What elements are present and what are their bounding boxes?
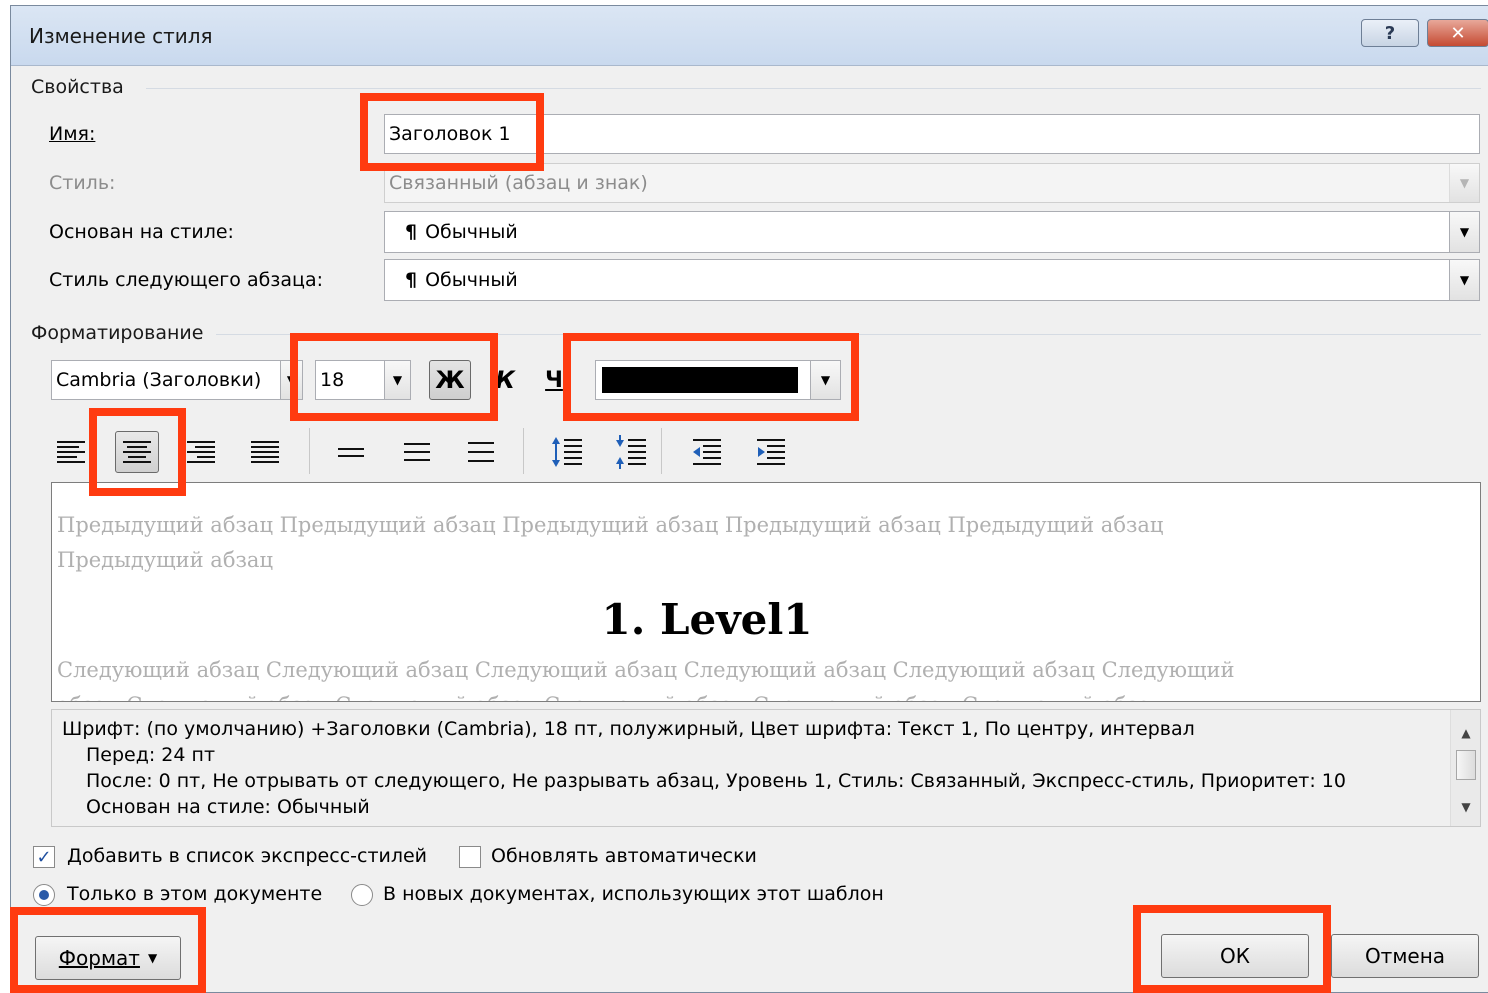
preview-next-line: абзац Следующий абзац Следующий абзац Сл…	[57, 688, 1357, 701]
single-spacing-button[interactable]	[329, 431, 373, 473]
chevron-down-icon: ▼	[1449, 260, 1479, 300]
chevron-down-icon: ▼	[384, 361, 410, 399]
new-documents-radio[interactable]	[351, 884, 373, 906]
align-center-button[interactable]	[115, 431, 159, 473]
next-style-label: Стиль следующего абзаца:	[49, 269, 324, 291]
based-on-label: Основан на стиле:	[49, 221, 234, 243]
add-quick-styles-label: Добавить в список экспресс-стилей	[67, 845, 428, 867]
help-button[interactable]: ?	[1361, 19, 1419, 47]
preview-next-line: Следующий абзац Следующий абзац Следующи…	[57, 658, 1235, 682]
decrease-spacing-button[interactable]	[609, 431, 653, 473]
align-left-icon	[57, 441, 85, 463]
font-value: Cambria (Заголовки)	[56, 369, 262, 391]
single-spacing-icon	[338, 447, 364, 457]
bold-button[interactable]: Ж	[429, 360, 471, 400]
properties-section-label: Свойства	[31, 76, 124, 98]
auto-update-label: Обновлять автоматически	[491, 845, 757, 867]
size-value: 18	[320, 369, 345, 391]
chevron-down-icon: ▼	[147, 951, 158, 965]
toolbar-separator	[661, 428, 662, 474]
description-line: Основан на стиле: Обычный	[86, 796, 370, 818]
font-color-select[interactable]: ▼	[595, 360, 841, 400]
align-right-icon	[187, 441, 215, 463]
style-type-select[interactable]: Связанный (абзац и знак) ▼	[384, 163, 1480, 203]
close-button[interactable]: ✕	[1427, 19, 1488, 47]
increase-spacing-button[interactable]	[545, 431, 589, 473]
double-spacing-button[interactable]	[459, 431, 503, 473]
paragraph-mark-icon: ¶	[405, 269, 418, 291]
underline-button[interactable]: Ч	[533, 360, 575, 400]
name-label: Имя:	[49, 123, 96, 145]
preview-heading: 1. Level1	[601, 595, 813, 644]
decrease-indent-icon	[693, 439, 721, 465]
scroll-thumb[interactable]	[1456, 750, 1476, 780]
decrease-indent-button[interactable]	[685, 431, 729, 473]
chevron-down-icon: ▼	[1449, 164, 1479, 202]
style-description: Шрифт: (по умолчанию) +Заголовки (Cambri…	[51, 709, 1481, 827]
scroll-up-icon[interactable]: ▲	[1451, 718, 1480, 748]
title-bar: Изменение стиля ? ✕	[11, 6, 1488, 66]
one-half-spacing-icon	[404, 443, 430, 461]
chevron-down-icon: ▼	[1449, 212, 1479, 252]
formatting-section-label: Форматирование	[31, 322, 204, 344]
style-type-label: Стиль:	[49, 172, 116, 194]
style-type-value: Связанный (абзац и знак)	[389, 172, 648, 194]
only-this-document-label: Только в этом документе	[67, 883, 323, 905]
new-documents-label: В новых документах, использующих этот ша…	[383, 883, 884, 905]
font-select[interactable]: Cambria (Заголовки) ▼	[51, 360, 303, 400]
format-button-label: Формат	[58, 946, 140, 970]
next-style-value: Обычный	[425, 269, 518, 291]
next-style-select[interactable]: ¶ Обычный ▼	[384, 259, 1480, 301]
decrease-paragraph-spacing-icon	[616, 435, 646, 469]
formatting-divider	[216, 334, 1481, 335]
modify-style-dialog: Изменение стиля ? ✕ Свойства Имя: Заголо…	[10, 5, 1488, 993]
align-center-icon	[123, 441, 151, 463]
italic-button[interactable]: К	[484, 360, 526, 400]
properties-divider	[146, 88, 1481, 89]
dialog-title: Изменение стиля	[29, 24, 213, 48]
description-line: Шрифт: (по умолчанию) +Заголовки (Cambri…	[62, 718, 1195, 740]
auto-update-checkbox[interactable]	[459, 846, 481, 868]
description-line: После: 0 пт, Не отрывать от следующего, …	[86, 770, 1346, 792]
increase-indent-icon	[757, 439, 785, 465]
font-color-swatch	[602, 367, 798, 393]
only-this-document-radio[interactable]	[33, 884, 55, 906]
double-spacing-icon	[468, 442, 494, 462]
toolbar-separator	[523, 428, 524, 474]
chevron-down-icon: ▼	[810, 361, 840, 399]
toolbar-separator	[309, 428, 310, 474]
align-left-button[interactable]	[49, 431, 93, 473]
increase-indent-button[interactable]	[749, 431, 793, 473]
paragraph-mark-icon: ¶	[405, 221, 418, 243]
align-right-button[interactable]	[179, 431, 223, 473]
ok-button[interactable]: ОК	[1161, 934, 1309, 978]
description-line: Перед: 24 пт	[86, 744, 216, 766]
preview-previous-line: Предыдущий абзац	[57, 548, 273, 572]
format-button[interactable]: Формат ▼	[35, 936, 181, 980]
justify-button[interactable]	[243, 431, 287, 473]
preview-previous-line: Предыдущий абзац Предыдущий абзац Предыд…	[57, 513, 1164, 537]
description-scrollbar[interactable]: ▲ ▼	[1450, 710, 1480, 826]
name-input[interactable]: Заголовок 1	[384, 114, 1480, 154]
style-preview: Предыдущий абзац Предыдущий абзац Предыд…	[51, 482, 1481, 702]
scroll-down-icon[interactable]: ▼	[1451, 792, 1480, 822]
justify-icon	[251, 441, 279, 463]
one-half-spacing-button[interactable]	[395, 431, 439, 473]
size-select[interactable]: 18 ▼	[315, 360, 411, 400]
name-input-value: Заголовок 1	[389, 123, 511, 145]
based-on-select[interactable]: ¶ Обычный ▼	[384, 211, 1480, 253]
chevron-down-icon: ▼	[280, 361, 302, 399]
checkmark-icon: ✓	[36, 846, 52, 868]
based-on-value: Обычный	[425, 221, 518, 243]
increase-paragraph-spacing-icon	[552, 437, 582, 467]
cancel-button[interactable]: Отмена	[1331, 934, 1479, 978]
add-quick-styles-checkbox[interactable]: ✓	[33, 846, 55, 868]
